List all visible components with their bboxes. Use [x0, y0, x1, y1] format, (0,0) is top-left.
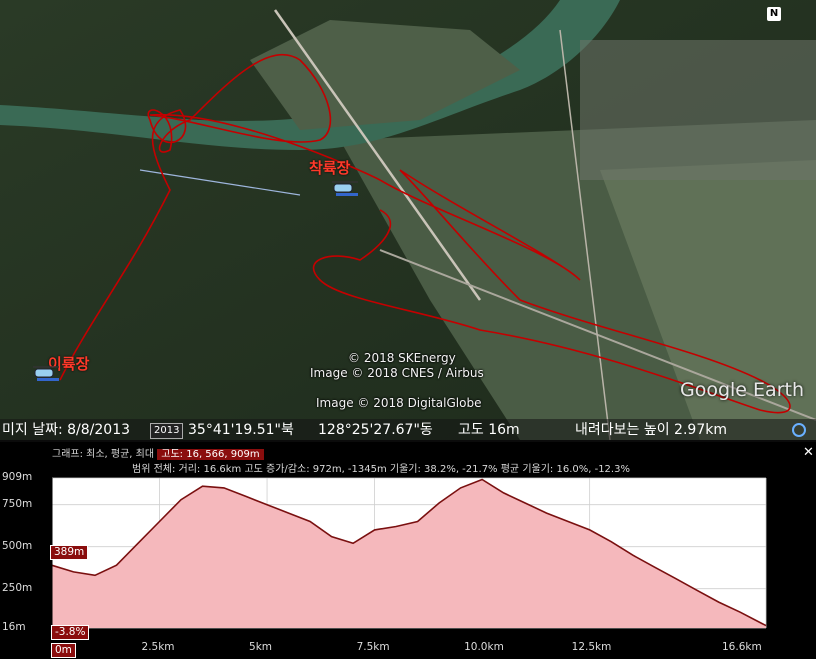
graph-summary-prefix: 그래프: 최소, 평균, 최대 [52, 449, 155, 460]
helicopter-icon[interactable] [332, 180, 362, 198]
landing-site-label[interactable]: 착륙장 [309, 157, 350, 178]
north-indicator[interactable]: N [767, 7, 781, 21]
graph-summary-value: 고도: 16, 566, 909m [157, 449, 264, 460]
cursor-slope-badge: -3.8% [51, 625, 90, 640]
year-chip[interactable]: 2013 [150, 423, 184, 439]
eye-altitude: 내려다보는 높이 2.97km [575, 422, 727, 438]
y-tick-label: 250m [2, 581, 33, 594]
imagery-date: 미지 날짜: 8/8/2013 [2, 422, 131, 438]
x-tick-label: 7.5km [356, 641, 390, 653]
google-earth-logo: Google Earth [680, 379, 804, 401]
status-bar: 미지 날짜: 8/8/2013 35°41'19.51"북 128°25'27.… [0, 419, 816, 442]
streaming-icon [792, 423, 806, 437]
copyright-line: Image © 2018 CNES / Airbus [310, 366, 484, 380]
elevation: 고도 16m [458, 422, 520, 438]
map-view[interactable]: N 착륙장 이륙장 © 2018 SKEnergy Image © 2018 C… [0, 0, 816, 440]
y-tick-label: 909m [2, 471, 33, 483]
x-tick-label: 10.0km [464, 641, 504, 653]
copyright-line: © 2018 SKEnergy [348, 351, 456, 365]
helicopter-icon[interactable] [33, 365, 63, 383]
latitude: 35°41'19.51"북 [188, 422, 294, 438]
y-tick-label: 16m [2, 621, 26, 633]
y-tick-label: 750m [2, 497, 33, 510]
cursor-elevation-badge: 389m [50, 545, 89, 560]
x-tick-label: 5km [249, 641, 273, 653]
y-tick-label: 500m [2, 539, 33, 552]
copyright-line: Image © 2018 DigitalGlobe [316, 396, 482, 410]
elevation-chart[interactable] [0, 470, 816, 659]
x-tick-label: 2.5km [141, 641, 175, 653]
longitude: 128°25'27.67"동 [318, 422, 433, 438]
graph-summary: 그래프: 최소, 평균, 최대 고도: 16, 566, 909m [52, 445, 264, 460]
x-tick-label: 16.6km [722, 641, 762, 653]
close-profile-button[interactable]: ✕ [803, 445, 814, 460]
start-distance-badge: 0m [51, 643, 76, 658]
x-tick-label: 12.5km [571, 641, 612, 653]
